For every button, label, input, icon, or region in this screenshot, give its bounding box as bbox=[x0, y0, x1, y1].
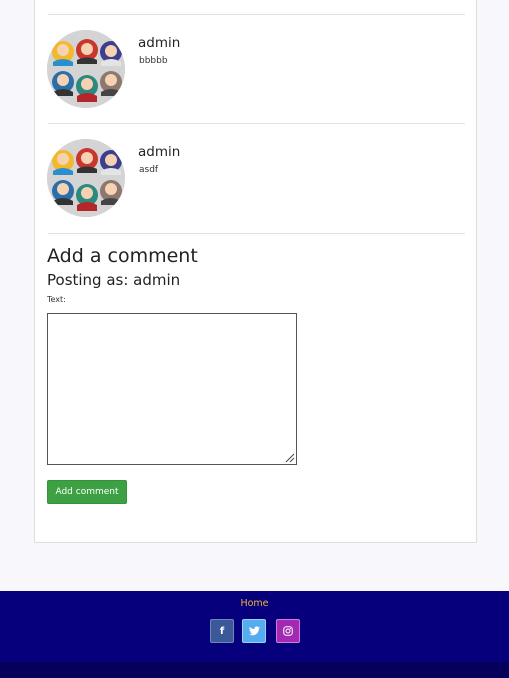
comment-textarea[interactable] bbox=[47, 313, 297, 465]
instagram-button[interactable] bbox=[276, 619, 300, 643]
comment-divider bbox=[48, 14, 465, 15]
site-footer: Home f bbox=[0, 591, 509, 662]
comment-divider bbox=[48, 233, 465, 234]
comment-author: admin bbox=[138, 35, 181, 51]
comment-author: admin bbox=[138, 144, 181, 160]
text-field-label: Text: bbox=[47, 295, 66, 304]
comment-item: admin asdf bbox=[47, 139, 465, 219]
facebook-button[interactable]: f bbox=[210, 619, 234, 643]
avatar bbox=[47, 30, 125, 108]
footer-bottom-bar bbox=[0, 662, 509, 678]
avatar-group-image bbox=[47, 139, 125, 217]
avatar-group-image bbox=[47, 30, 125, 108]
twitter-icon bbox=[248, 626, 260, 636]
comment-text: bbbbb bbox=[139, 56, 168, 66]
twitter-button[interactable] bbox=[242, 619, 266, 643]
avatar bbox=[47, 139, 125, 217]
facebook-icon: f bbox=[219, 625, 225, 637]
instagram-icon bbox=[283, 626, 293, 636]
add-comment-button[interactable]: Add comment bbox=[47, 480, 127, 504]
comment-divider bbox=[48, 123, 465, 124]
posting-as-label: Posting as: admin bbox=[47, 271, 181, 289]
comments-card: admin bbbbb admin asdf Add a comment Pos… bbox=[34, 0, 477, 543]
add-comment-heading: Add a comment bbox=[47, 245, 198, 267]
comment-text: asdf bbox=[139, 165, 159, 175]
comment-item: admin bbbbb bbox=[47, 30, 465, 110]
footer-home-link[interactable]: Home bbox=[0, 598, 509, 609]
